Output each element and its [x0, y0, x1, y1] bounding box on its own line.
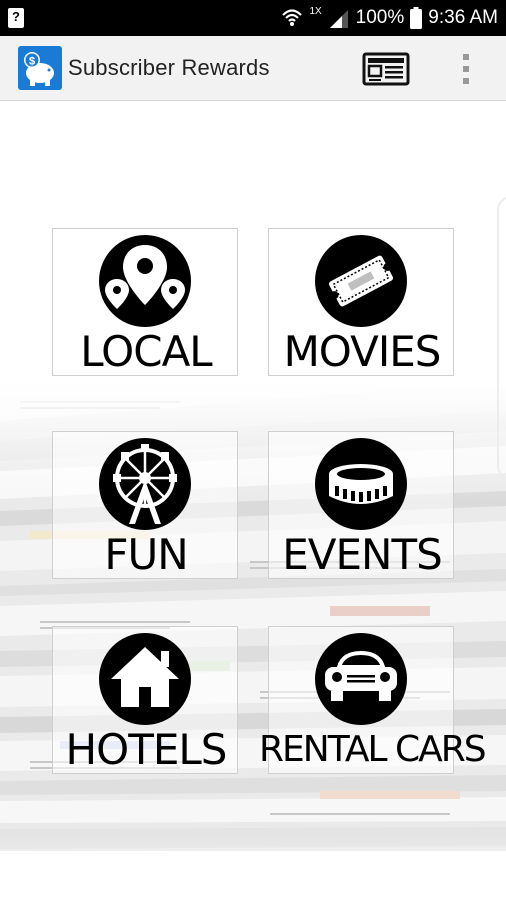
app-title: Subscriber Rewards — [68, 55, 270, 80]
clock-time: 9:36 AM — [428, 7, 498, 28]
rewards-content: LOCAL MOVIES FUN EVENTS HOTELS RENTAL CA… — [0, 101, 506, 900]
tile-local[interactable]: LOCAL — [52, 228, 238, 376]
signal-strength-icon — [329, 10, 348, 28]
battery-icon — [410, 7, 423, 29]
tile-rental-cars[interactable]: RENTAL CARS — [259, 626, 487, 774]
tile-events-label: EVENTS — [282, 530, 443, 579]
newspaper-button[interactable] — [362, 52, 412, 86]
ticket-icon — [315, 235, 407, 327]
scroll-edge-indicator — [497, 196, 506, 480]
tile-fun-label: FUN — [104, 530, 188, 579]
wifi-hotspot-icon — [282, 9, 303, 26]
tile-rental-cars-label: RENTAL CARS — [259, 729, 487, 770]
stadium-icon — [315, 438, 407, 530]
svg-text:$: $ — [29, 56, 35, 68]
newspaper-icon — [362, 52, 410, 86]
tile-local-label: LOCAL — [80, 327, 212, 376]
house-icon — [99, 633, 191, 725]
map-pins-icon — [99, 235, 191, 327]
tile-fun[interactable]: FUN — [52, 431, 238, 579]
status-bar: ? 1X 100% 9:36 AM — [0, 0, 506, 36]
status-right-group: 1X 100% 9:36 AM — [281, 0, 498, 36]
tile-movies[interactable]: MOVIES — [268, 228, 454, 376]
car-icon — [315, 633, 407, 725]
ferris-wheel-icon — [99, 438, 191, 530]
network-type: 1X — [309, 5, 322, 17]
app-bar: $ Subscriber Rewards — [0, 36, 506, 101]
tile-hotels[interactable]: HOTELS — [52, 626, 238, 774]
battery-percent: 100% — [355, 7, 405, 28]
overflow-menu-icon — [463, 54, 469, 84]
piggy-bank-icon: $ — [18, 46, 62, 90]
notification-question-glyph: ? — [12, 9, 20, 24]
tile-events[interactable]: EVENTS — [268, 431, 454, 579]
tile-hotels-label: HOTELS — [65, 725, 228, 774]
notification-question-icon: ? — [8, 8, 24, 28]
tile-movies-label: MOVIES — [283, 327, 442, 376]
overflow-menu-button[interactable] — [456, 50, 476, 88]
